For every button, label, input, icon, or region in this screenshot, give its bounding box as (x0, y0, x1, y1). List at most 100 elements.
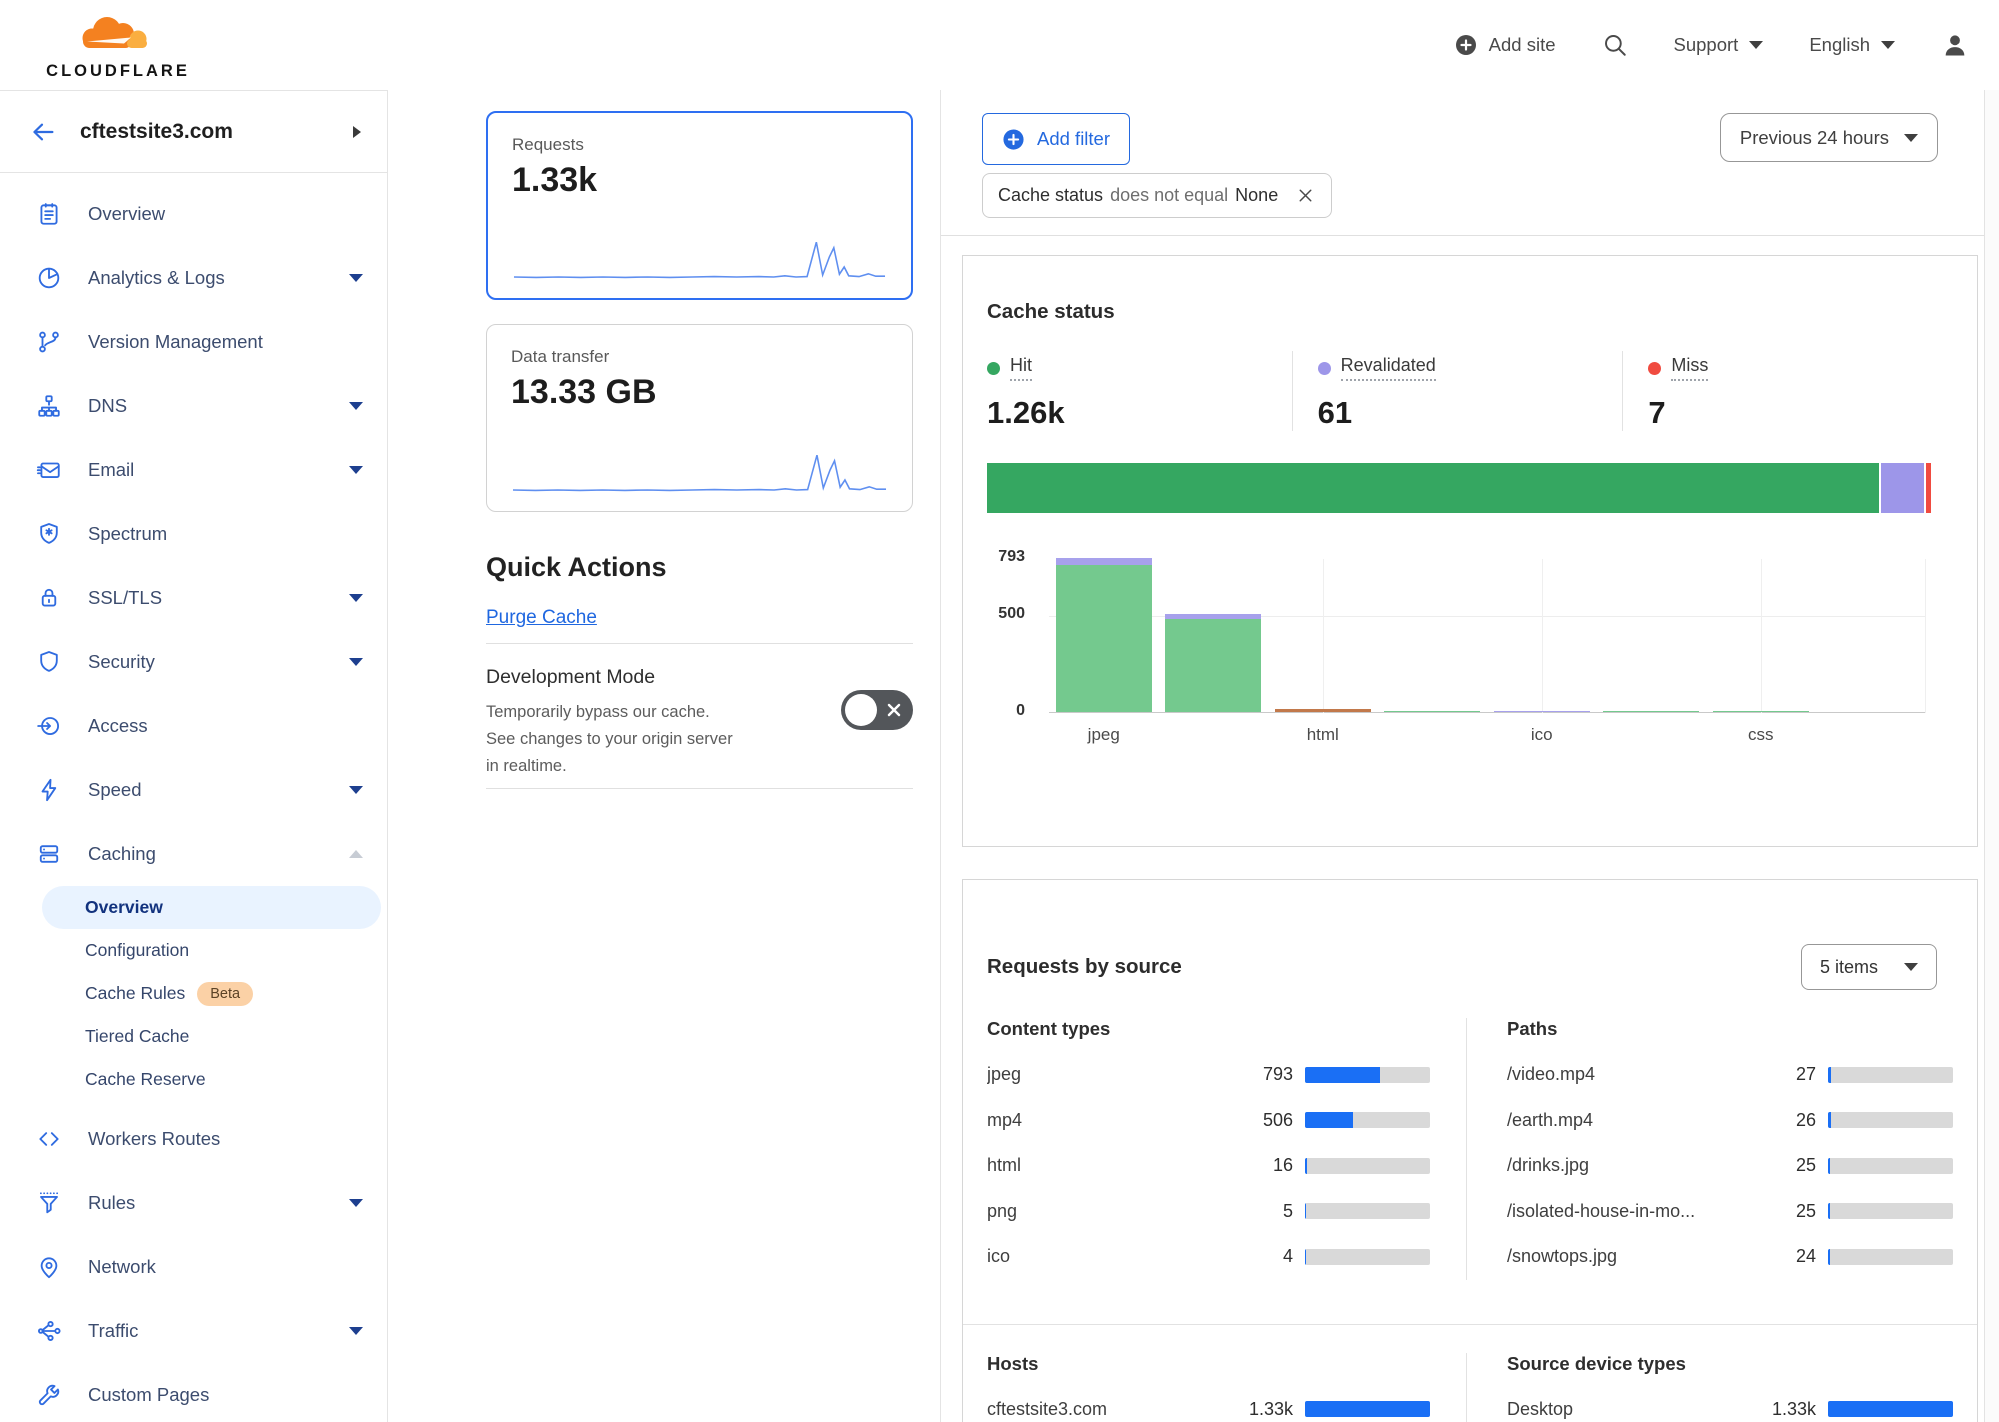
brand-name: CLOUDFLARE (46, 62, 190, 81)
sidebar-item-caching[interactable]: Caching (0, 822, 387, 886)
quick-actions-title: Quick Actions (486, 552, 913, 583)
email-icon (36, 457, 62, 483)
path-label: /drinks.jpg (1507, 1155, 1764, 1176)
sidebar-item-email[interactable]: Email (0, 438, 387, 502)
path-label: /video.mp4 (1507, 1064, 1764, 1085)
development-mode-toggle[interactable] (841, 690, 913, 730)
miss-label[interactable]: Miss (1671, 355, 1708, 381)
sidebar-item-rules[interactable]: Rules (0, 1171, 387, 1235)
chevron-right-icon[interactable] (353, 126, 361, 138)
language-menu[interactable]: English (1809, 34, 1895, 56)
sidebar-item-custom-pages[interactable]: Custom Pages (0, 1363, 387, 1422)
sidebar-subitem-tiered-cache[interactable]: Tiered Cache (42, 1015, 381, 1058)
time-range-dropdown[interactable]: Previous 24 hours (1720, 113, 1938, 162)
bar-jpeg (1056, 558, 1152, 712)
path-bar (1828, 1067, 1953, 1083)
content-type-label: jpeg (987, 1064, 1241, 1085)
cache-status-stacked-bar (987, 463, 1931, 513)
content-type-label: ico (987, 1246, 1241, 1267)
time-range-label: Previous 24 hours (1740, 127, 1889, 149)
sidebar-item-label: Spectrum (88, 523, 363, 545)
support-label: Support (1674, 34, 1739, 56)
sidebar-item-traffic[interactable]: Traffic (0, 1299, 387, 1363)
remove-filter-x-icon[interactable] (1295, 185, 1316, 206)
add-filter-button[interactable]: Add filter (982, 113, 1130, 165)
data-transfer-card[interactable]: Data transfer 13.33 GB (486, 324, 913, 512)
network-icon (36, 1254, 62, 1280)
sidebar-subitem-cache-reserve[interactable]: Cache Reserve (42, 1058, 381, 1101)
data-transfer-card-value: 13.33 GB (511, 373, 888, 412)
sidebar-item-overview[interactable]: Overview (0, 182, 387, 246)
site-header: cftestsite3.com (0, 91, 387, 173)
sidebar-item-speed[interactable]: Speed (0, 758, 387, 822)
summary-column: Requests 1.33k Data transfer 13.33 GB Qu… (388, 90, 941, 1422)
content-type-row: jpeg 793 (987, 1052, 1430, 1098)
sidebar-item-label: Speed (88, 779, 349, 801)
sidebar-item-ssl-tls[interactable]: SSL/TLS (0, 566, 387, 630)
x-axis-label: css (1748, 725, 1774, 745)
content-type-bar (1305, 1067, 1430, 1083)
cloudflare-dashboard: CLOUDFLARE Add site Support English (0, 0, 1999, 1422)
hosts-title: Hosts (987, 1353, 1430, 1375)
content-type-row: ico 4 (987, 1234, 1430, 1280)
path-label: /isolated-house-in-mo... (1507, 1201, 1764, 1222)
spectrum-icon (36, 521, 62, 547)
chevron-down-icon (1904, 963, 1918, 971)
scrollbar[interactable] (1984, 90, 1999, 1422)
custom-pages-icon (36, 1382, 62, 1408)
sidebar-item-dns[interactable]: DNS (0, 374, 387, 438)
sidebar-item-access[interactable]: Access (0, 694, 387, 758)
cache-status-stats: Hit 1.26k Revalidated 61 Miss 7 (987, 351, 1953, 431)
content-type-row: html16 (987, 1143, 1430, 1189)
items-count-dropdown[interactable]: 5 items (1801, 944, 1937, 990)
filter-value: None (1235, 185, 1278, 206)
add-site-button[interactable]: Add site (1454, 33, 1556, 57)
support-menu[interactable]: Support (1674, 34, 1764, 56)
requests-by-source-card: Requests by source 5 items Content types… (962, 879, 1978, 1422)
sidebar-item-label: Version Management (88, 331, 363, 353)
sidebar-item-analytics-logs[interactable]: Analytics & Logs (0, 246, 387, 310)
hit-label[interactable]: Hit (1010, 355, 1032, 381)
content-type-value: 793 (1249, 1064, 1293, 1085)
cloudflare-logo[interactable]: CLOUDFLARE (28, 10, 208, 81)
data-transfer-sparkline-chart (511, 447, 888, 495)
sidebar-item-spectrum[interactable]: Spectrum (0, 502, 387, 566)
sidebar-subitem-overview[interactable]: Overview (42, 886, 381, 929)
content-types-title: Content types (987, 1018, 1430, 1040)
path-value: 26 (1772, 1110, 1816, 1131)
content-type-bar (1305, 1203, 1430, 1219)
sidebar-item-label: Overview (88, 203, 363, 225)
data-transfer-card-title: Data transfer (511, 347, 888, 367)
sidebar-item-security[interactable]: Security (0, 630, 387, 694)
plus-circle-icon (1002, 128, 1025, 151)
filter-chip[interactable]: Cache status does not equal None (982, 173, 1332, 218)
sidebar-item-version-management[interactable]: Version Management (0, 310, 387, 374)
subitem-label: Cache Rules (85, 983, 185, 1004)
path-value: 27 (1772, 1064, 1816, 1085)
bar-html (1275, 709, 1371, 712)
content-type-label: html (987, 1155, 1241, 1176)
requests-card[interactable]: Requests 1.33k (486, 111, 913, 300)
dns-icon (36, 393, 62, 419)
sidebar-item-workers-routes[interactable]: Workers Routes (0, 1107, 387, 1171)
account-menu[interactable] (1941, 31, 1969, 59)
caching-subnav: OverviewConfigurationCache RulesBeta Tier… (0, 886, 387, 1107)
content-type-value: 4 (1249, 1246, 1293, 1267)
search-button[interactable] (1602, 32, 1628, 58)
subitem-label: Tiered Cache (85, 1026, 189, 1047)
sidebar-subitem-cache-rules[interactable]: Cache RulesBeta (42, 972, 381, 1015)
path-value: 24 (1772, 1246, 1816, 1267)
bar-css (1713, 711, 1809, 712)
purge-cache-link[interactable]: Purge Cache (486, 607, 597, 629)
language-label: English (1809, 34, 1870, 56)
stat-hit: Hit 1.26k (987, 351, 1292, 431)
stacked-bar-revalidated (1879, 463, 1924, 513)
host-row: cftestsite3.com1.33k (987, 1387, 1430, 1422)
revalidated-label[interactable]: Revalidated (1341, 355, 1436, 381)
sidebar-item-label: Network (88, 1256, 363, 1278)
sidebar-subitem-configuration[interactable]: Configuration (42, 929, 381, 972)
sidebar-item-network[interactable]: Network (0, 1235, 387, 1299)
host-value: 1.33k (1249, 1399, 1293, 1420)
caching-icon (36, 841, 62, 867)
back-arrow-icon[interactable] (30, 120, 56, 144)
